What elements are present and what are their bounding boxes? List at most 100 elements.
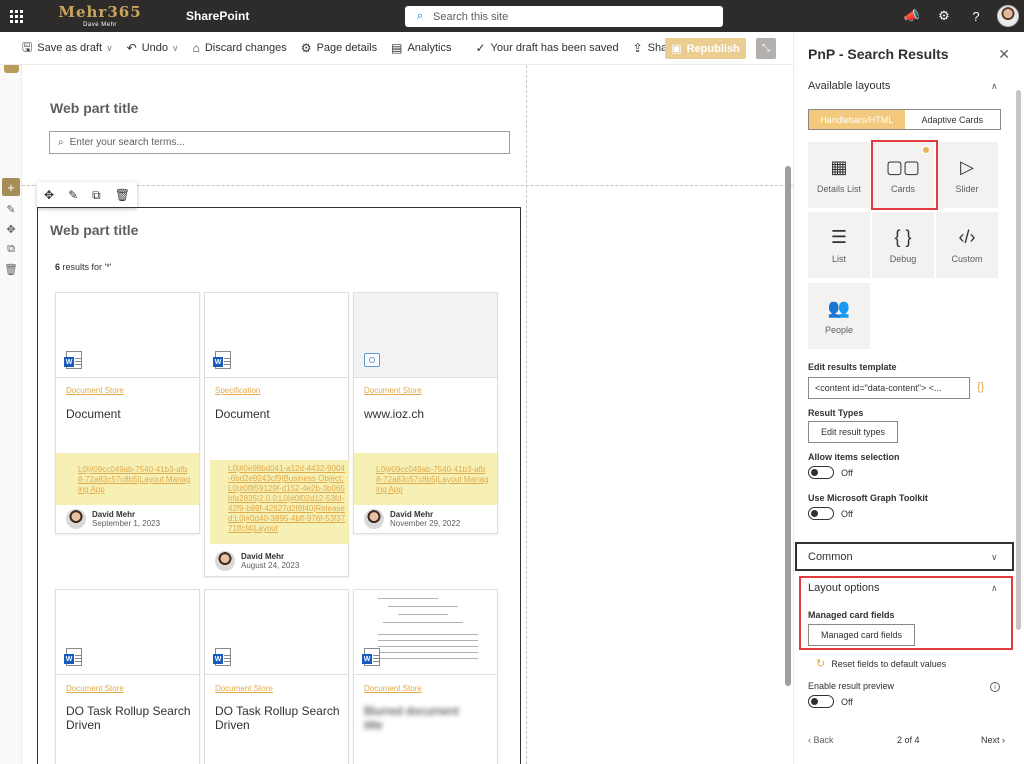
- result-card[interactable]: Document Store www.ioz.ch L0|#09cc049ab-…: [353, 292, 498, 534]
- edit-section-icon[interactable]: ✎: [4, 202, 18, 216]
- adaptive-cards-option[interactable]: Adaptive Cards: [905, 110, 1001, 129]
- word-doc-icon: W: [64, 351, 82, 369]
- card-category[interactable]: Specification: [215, 386, 260, 395]
- chevron-down-icon[interactable]: ∨: [172, 43, 179, 54]
- highlight-layout-options: [799, 576, 1013, 650]
- site-search-input[interactable]: ⌕ Search this site: [405, 6, 723, 27]
- brand-logo[interactable]: Mehr365 Dave Mehr: [54, 4, 146, 28]
- chevron-down-icon[interactable]: ∨: [106, 43, 113, 54]
- avatar: [215, 551, 235, 571]
- edit-result-types-button[interactable]: Edit result types: [808, 421, 899, 443]
- result-card[interactable]: W Document Store Document L0|#09cc049ab-…: [55, 292, 200, 534]
- card-category[interactable]: Document Store: [364, 386, 422, 395]
- help-icon[interactable]: ?: [960, 0, 992, 32]
- results-webpart-title[interactable]: Web part title: [50, 222, 138, 238]
- card-tags[interactable]: L0|#09cc049ab-7540-41b3-afb8-72a83c57c8b…: [354, 453, 497, 505]
- people-icon: 👥: [827, 297, 851, 318]
- common-header[interactable]: Common: [808, 551, 853, 563]
- move-icon[interactable]: ✥: [4, 222, 18, 236]
- card-preview: W: [56, 293, 199, 378]
- duplicate-icon[interactable]: ⧉: [4, 242, 18, 256]
- megaphone-icon[interactable]: 📣: [896, 0, 928, 32]
- delete-icon[interactable]: 🗑: [115, 188, 130, 202]
- chevron-down-icon[interactable]: ∨: [991, 552, 998, 563]
- card-title[interactable]: Blurred document title: [364, 704, 464, 732]
- app-name[interactable]: SharePoint: [186, 9, 249, 23]
- preview-toggle[interactable]: Off: [808, 695, 853, 708]
- analytics-button[interactable]: ▤ Analytics: [391, 41, 451, 55]
- section-divider: [22, 185, 793, 186]
- card-author: David Mehr September 1, 2023: [66, 509, 160, 529]
- available-layouts-header[interactable]: Available layouts: [808, 80, 890, 92]
- layout-details-list[interactable]: ▦ Details List: [808, 142, 870, 208]
- card-tags[interactable]: L0|#09cc049ab-7540-41b3-afb8-72a83c57c8b…: [56, 453, 199, 505]
- search-icon: ⌕: [58, 137, 64, 148]
- card-title[interactable]: www.ioz.ch: [364, 407, 424, 421]
- card-preview: W: [205, 590, 348, 675]
- layout-debug[interactable]: { } Debug: [872, 212, 934, 278]
- move-icon[interactable]: ✥: [44, 188, 54, 202]
- section-tab[interactable]: [4, 65, 19, 73]
- card-category[interactable]: Document Store: [215, 684, 273, 693]
- collapse-icon[interactable]: ⤡: [756, 38, 776, 59]
- result-card[interactable]: W Document Store DO Task Rollup Search D…: [55, 589, 200, 764]
- card-title[interactable]: Document: [215, 407, 270, 421]
- discard-button[interactable]: ⌂ Discard changes: [193, 41, 287, 55]
- result-card[interactable]: W Document Store Blurred document title: [353, 589, 498, 764]
- layout-people[interactable]: 👥 People: [808, 283, 870, 349]
- layout-type-toggle: Handlebars/HTML Adaptive Cards: [808, 109, 1001, 130]
- gear-icon[interactable]: ⚙: [928, 0, 960, 32]
- card-title[interactable]: DO Task Rollup Search Driven: [66, 704, 194, 732]
- app-launcher-icon[interactable]: [0, 0, 32, 32]
- undo-icon: ↶: [126, 41, 137, 55]
- column-divider: [526, 65, 527, 764]
- property-pane: PnP - Search Results ✕ Available layouts…: [793, 32, 1024, 764]
- card-category[interactable]: Document Store: [66, 684, 124, 693]
- next-button[interactable]: Next ›: [981, 735, 1005, 745]
- page-details-button[interactable]: ⚙ Page details: [301, 41, 377, 55]
- delete-icon[interactable]: 🗑: [4, 262, 18, 276]
- republish-button[interactable]: ▣ Republish: [665, 38, 746, 59]
- duplicate-icon[interactable]: ⧉: [92, 188, 101, 203]
- card-tags[interactable]: L0|#0e98bd041-a12d-4432-9004-6bd2e9243cf…: [210, 460, 349, 544]
- search-icon: ⌕: [417, 10, 424, 22]
- allow-selection-toggle[interactable]: Off: [808, 466, 853, 479]
- card-preview: W: [56, 590, 199, 675]
- page-canvas: Web part title ⌕ Enter your search terms…: [22, 65, 793, 764]
- save-draft-button[interactable]: 🖫 Save as draft ∨: [22, 38, 113, 59]
- close-icon[interactable]: ✕: [998, 46, 1010, 63]
- card-category[interactable]: Document Store: [364, 684, 422, 693]
- braces-icon: { }: [894, 226, 912, 247]
- avatar: [66, 509, 86, 529]
- back-button[interactable]: ‹ Back: [808, 735, 834, 745]
- word-doc-icon: W: [64, 648, 82, 666]
- graph-toolkit-label: Use Microsoft Graph Toolkit: [808, 493, 928, 503]
- info-icon[interactable]: i: [990, 682, 1000, 692]
- republish-icon: ▣: [671, 43, 682, 55]
- card-category[interactable]: Document Store: [66, 386, 124, 395]
- layout-slider[interactable]: ▷ Slider: [936, 142, 998, 208]
- result-card[interactable]: W Specification Document L0|#0e98bd041-a…: [204, 292, 349, 577]
- code-editor-icon[interactable]: {}: [977, 381, 984, 393]
- handlebars-option[interactable]: Handlebars/HTML: [809, 110, 905, 129]
- graph-toolkit-toggle[interactable]: Off: [808, 507, 853, 520]
- page-indicator: 2 of 4: [897, 735, 920, 745]
- chevron-up-icon[interactable]: ∧: [991, 81, 998, 92]
- card-preview: [354, 293, 497, 378]
- undo-button[interactable]: ↶ Undo ∨: [127, 41, 179, 55]
- add-section-icon[interactable]: +: [2, 178, 20, 196]
- search-webpart-title[interactable]: Web part title: [50, 100, 138, 116]
- edit-icon[interactable]: ✎: [68, 188, 78, 202]
- result-card[interactable]: W Document Store DO Task Rollup Search D…: [204, 589, 349, 764]
- card-title[interactable]: Document: [66, 407, 121, 421]
- layout-list[interactable]: ☰ List: [808, 212, 870, 278]
- reset-fields-link[interactable]: ↻ Reset fields to default values: [816, 657, 946, 670]
- template-field[interactable]: <content id="data-content"> <...: [808, 377, 970, 399]
- pane-scrollbar[interactable]: [1016, 90, 1021, 630]
- user-avatar[interactable]: [992, 0, 1024, 32]
- canvas-scrollbar[interactable]: [785, 166, 791, 686]
- suite-bar: Mehr365 Dave Mehr SharePoint ⌕ Search th…: [0, 0, 1024, 32]
- card-title[interactable]: DO Task Rollup Search Driven: [215, 704, 343, 732]
- search-terms-input[interactable]: ⌕ Enter your search terms...: [49, 131, 510, 154]
- layout-custom[interactable]: ‹/› Custom: [936, 212, 998, 278]
